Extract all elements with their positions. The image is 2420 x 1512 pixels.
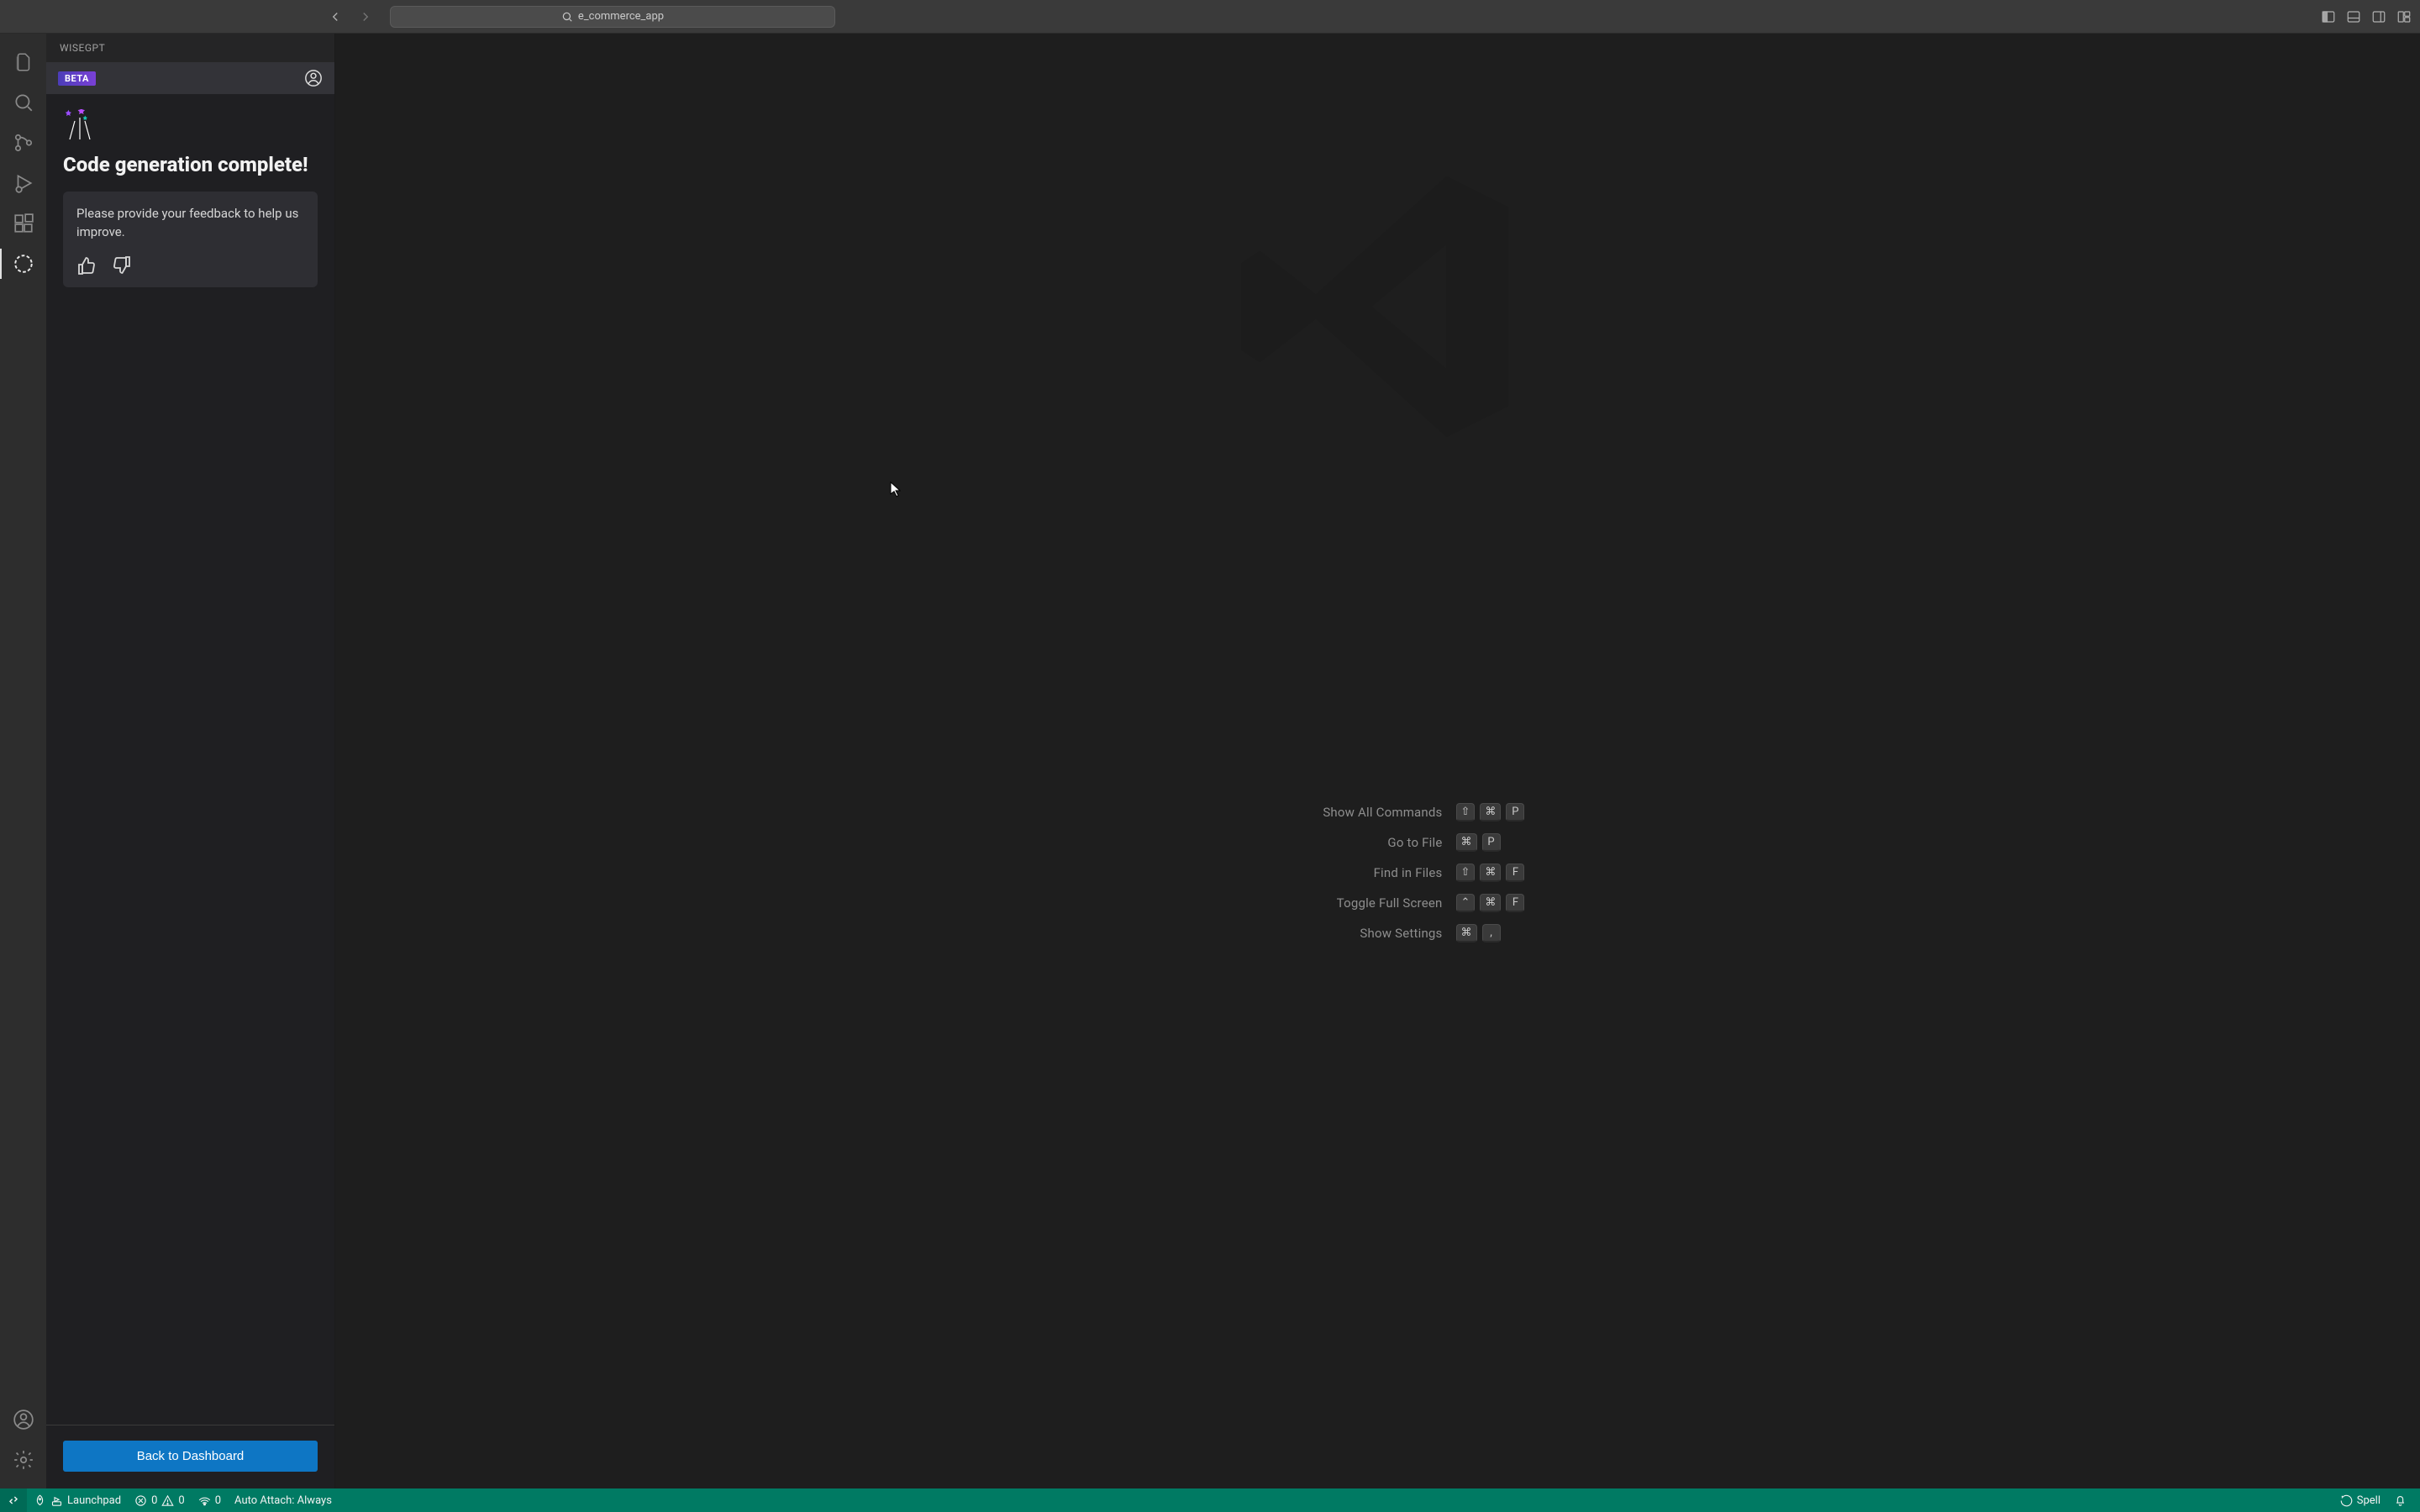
beta-badge: BETA: [58, 71, 96, 86]
feedback-card: Please provide your feedback to help us …: [63, 192, 318, 287]
keycap: P: [1482, 833, 1501, 852]
keycap: F: [1506, 864, 1524, 882]
back-to-dashboard-button[interactable]: Back to Dashboard: [63, 1441, 318, 1472]
activity-settings-gear-icon[interactable]: [0, 1440, 46, 1480]
status-launchpad-label: Launchpad: [67, 1494, 121, 1507]
status-spell-label: Spell: [2357, 1494, 2381, 1507]
shortcut-label: Find in Files: [1224, 865, 1443, 880]
user-account-icon[interactable]: [304, 69, 323, 87]
titlebar: e_commerce_app: [0, 0, 2420, 34]
shortcut-keys: ⇧⌘ P: [1456, 803, 1532, 822]
keycap: P: [1506, 803, 1524, 822]
shortcut-row[interactable]: Toggle Full Screen ⌃⌘ F: [1224, 894, 1532, 912]
status-auto-attach-label: Auto Attach: Always: [234, 1494, 332, 1507]
sidebar-header-row: BETA: [46, 62, 334, 94]
shortcut-keys: ⌘P: [1456, 833, 1532, 852]
layout-sidebar-right-icon[interactable]: [2371, 9, 2386, 24]
activity-search-icon[interactable]: [0, 82, 46, 123]
keycap: ⇧: [1456, 803, 1476, 822]
status-warnings-count: 0: [178, 1494, 184, 1507]
feedback-prompt-text: Please provide your feedback to help us …: [76, 205, 304, 242]
status-auto-attach[interactable]: Auto Attach: Always: [228, 1488, 339, 1512]
keycap: ,: [1482, 924, 1501, 942]
sidebar-panel: WISEGPT BETA: [46, 34, 335, 1488]
layout-panel-bottom-icon[interactable]: [2346, 9, 2361, 24]
nav-forward-button[interactable]: [358, 9, 373, 24]
thumbs-down-button[interactable]: [112, 255, 132, 276]
status-errors-count: 0: [151, 1494, 157, 1507]
status-ports[interactable]: 0: [192, 1488, 228, 1512]
sidebar-title: WISEGPT: [46, 34, 334, 62]
shortcut-keys: ⌘,: [1456, 924, 1532, 942]
keycap: ⌘: [1480, 894, 1501, 912]
shortcut-label: Show All Commands: [1224, 805, 1443, 820]
status-launchpad[interactable]: Launchpad: [27, 1488, 128, 1512]
customize-layout-icon[interactable]: [2396, 9, 2412, 24]
activity-accounts-icon[interactable]: [0, 1399, 46, 1440]
shortcut-label: Show Settings: [1224, 926, 1443, 941]
status-problems[interactable]: 0 0: [128, 1488, 192, 1512]
shortcut-row[interactable]: Show All Commands ⇧⌘ P: [1224, 803, 1532, 822]
keycap: F: [1506, 894, 1524, 912]
status-ports-count: 0: [215, 1494, 221, 1507]
editor-area: Show All Commands⇧⌘PGo to File⌘PFind in …: [335, 34, 2420, 1488]
activity-extensions-icon[interactable]: [0, 203, 46, 244]
shortcut-row[interactable]: Find in Files ⇧⌘ F: [1224, 864, 1532, 882]
status-spell[interactable]: Spell: [2333, 1494, 2387, 1507]
keycap: ⌘: [1456, 924, 1477, 942]
shortcut-row[interactable]: Go to File⌘P: [1224, 833, 1532, 852]
keycap: ⌘: [1480, 864, 1501, 882]
command-center-search[interactable]: e_commerce_app: [390, 6, 835, 28]
search-text: e_commerce_app: [578, 10, 664, 23]
cursor-pointer-icon: [890, 481, 903, 498]
keycap: ⌘: [1480, 803, 1501, 822]
search-icon: [561, 11, 573, 23]
shortcut-keys: ⌃⌘ F: [1456, 894, 1532, 912]
keycap: ⇧: [1456, 864, 1476, 882]
shortcut-row[interactable]: Show Settings ⌘,: [1224, 924, 1532, 942]
fireworks-icon: [63, 109, 318, 141]
vscode-logo-watermark: [1223, 151, 1534, 462]
activity-source-control-icon[interactable]: [0, 123, 46, 163]
keycap: ⌃: [1456, 894, 1476, 912]
activity-wisegpt-icon[interactable]: [0, 244, 46, 284]
remote-indicator[interactable]: [0, 1488, 27, 1512]
completion-heading: Code generation complete!: [63, 153, 318, 176]
shortcut-list: Show All Commands⇧⌘PGo to File⌘PFind in …: [1224, 803, 1532, 954]
status-bar: Launchpad 0 0 0 Auto Attach: Always Spel…: [0, 1488, 2420, 1512]
shortcut-label: Go to File: [1224, 835, 1443, 850]
activity-explorer-icon[interactable]: [0, 42, 46, 82]
nav-back-button[interactable]: [328, 9, 343, 24]
thumbs-up-button[interactable]: [76, 255, 97, 276]
shortcut-label: Toggle Full Screen: [1224, 895, 1443, 911]
activity-run-debug-icon[interactable]: [0, 163, 46, 203]
shortcut-keys: ⇧⌘ F: [1456, 864, 1532, 882]
activity-bar: [0, 34, 46, 1488]
keycap: ⌘: [1456, 833, 1477, 852]
layout-sidebar-left-icon[interactable]: [2321, 9, 2336, 24]
status-notifications-icon[interactable]: [2387, 1494, 2413, 1507]
